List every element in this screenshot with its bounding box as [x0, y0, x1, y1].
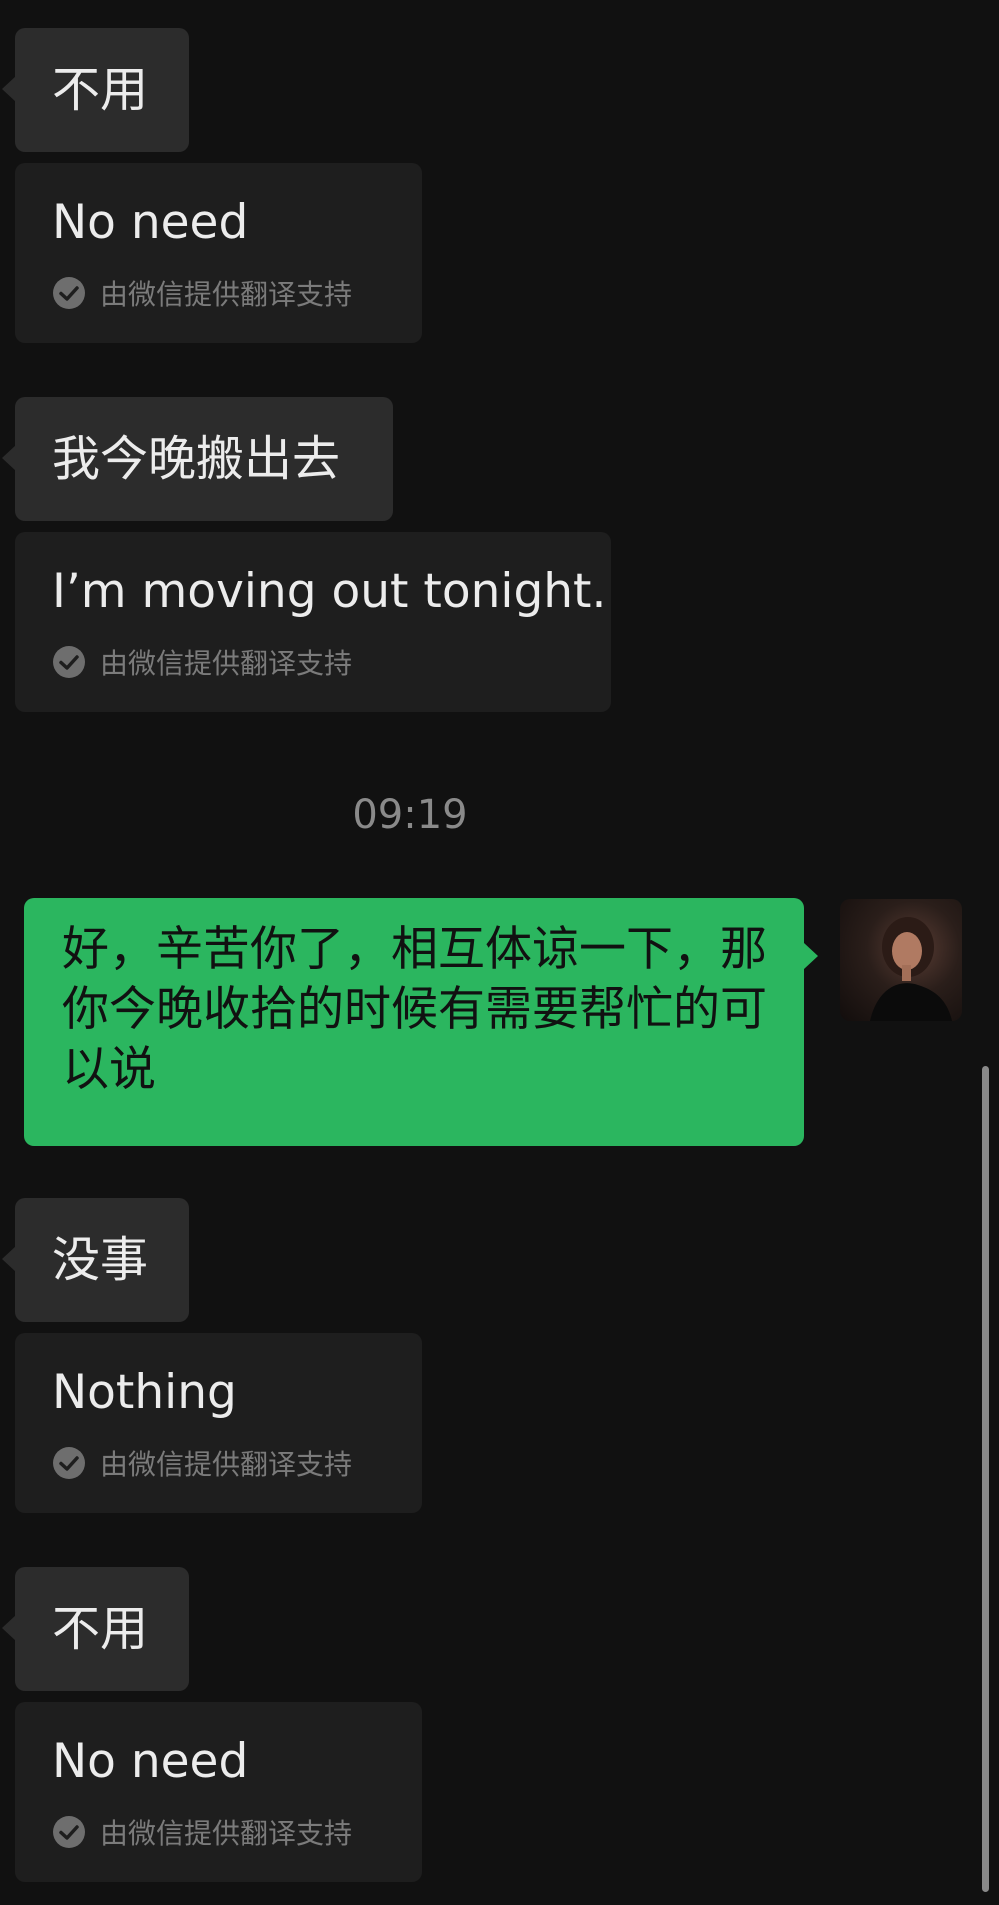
credit-text: 由微信提供翻译支持	[100, 1448, 353, 1481]
credit-text: 由微信提供翻译支持	[100, 647, 353, 680]
translation-credit: 由微信提供翻译支持	[52, 273, 352, 313]
translation-credit: 由微信提供翻译支持	[52, 1812, 352, 1852]
chat-timestamp: 09:19	[352, 792, 468, 838]
translation-credit: 由微信提供翻译支持	[52, 642, 352, 682]
credit-text: 由微信提供翻译支持	[100, 278, 353, 311]
translation-credit: 由微信提供翻译支持	[52, 1443, 352, 1483]
outgoing-message-text: 好，辛苦你了，相互体谅一下，那你今晚收拾的时候有需要帮忙的可以说	[62, 922, 767, 1097]
check-circle-icon	[53, 646, 85, 678]
message-text: 不用	[52, 62, 149, 118]
translation-text: No need	[52, 1734, 249, 1789]
scrollbar[interactable]	[982, 1066, 989, 1892]
user-avatar[interactable]	[840, 899, 962, 1021]
check-circle-icon	[53, 1447, 85, 1479]
avatar-photo-icon	[870, 917, 952, 1021]
check-circle-icon	[53, 1816, 85, 1848]
message-text: 没事	[52, 1232, 149, 1288]
translation-bubble[interactable]: No need 由微信提供翻译支持	[15, 1702, 422, 1882]
incoming-message-bubble[interactable]: 不用	[2, 1567, 189, 1691]
incoming-message-bubble[interactable]: 不用	[2, 28, 189, 152]
outgoing-message-bubble[interactable]: 好，辛苦你了，相互体谅一下，那你今晚收拾的时候有需要帮忙的可以说	[24, 898, 818, 1146]
check-circle-icon	[53, 277, 85, 309]
translation-bubble[interactable]: No need 由微信提供翻译支持	[15, 163, 422, 343]
incoming-message-bubble[interactable]: 没事	[2, 1198, 189, 1322]
credit-text: 由微信提供翻译支持	[100, 1817, 353, 1850]
incoming-message-bubble[interactable]: 我今晚搬出去	[2, 397, 393, 521]
translation-bubble[interactable]: Nothing 由微信提供翻译支持	[15, 1333, 422, 1513]
translation-text: Nothing	[52, 1365, 237, 1420]
message-text: 我今晚搬出去	[52, 431, 341, 487]
translation-text: I’m moving out tonight.	[52, 564, 607, 619]
message-text: 不用	[52, 1601, 149, 1657]
translation-bubble[interactable]: I’m moving out tonight. 由微信提供翻译支持	[15, 532, 611, 712]
translation-text: No need	[52, 195, 249, 250]
